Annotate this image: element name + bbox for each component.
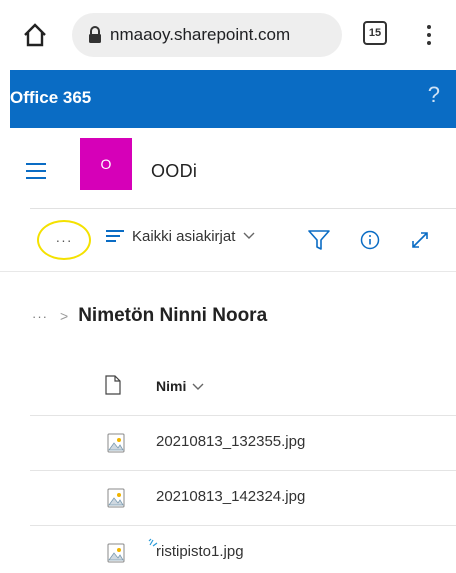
more-actions-button[interactable]: ··· (37, 220, 91, 260)
suite-title[interactable]: Office 365 (10, 88, 91, 108)
home-icon[interactable] (20, 20, 50, 50)
hamburger-menu-icon[interactable] (26, 163, 46, 179)
name-column-header[interactable]: Nimi (156, 378, 204, 394)
browser-menu-icon[interactable] (419, 20, 439, 50)
list-item[interactable]: 20210813_142324.jpg (30, 470, 456, 525)
expand-icon[interactable] (408, 228, 432, 252)
chevron-down-icon (192, 378, 204, 394)
suite-bar: Office 365 ? (10, 70, 456, 128)
address-bar[interactable]: nmaaoy.sharepoint.com (72, 13, 342, 57)
file-name[interactable]: 20210813_132355.jpg (156, 433, 305, 450)
tab-switcher-button[interactable]: 15 (363, 21, 387, 45)
breadcrumb: ··· > Nimetön Ninni Noora (32, 305, 267, 327)
browser-toolbar: nmaaoy.sharepoint.com 15 (0, 0, 456, 70)
divider (0, 271, 456, 272)
command-bar: ··· Kaikki asiakirjat (0, 209, 456, 271)
help-icon[interactable]: ? (428, 82, 440, 108)
page: nmaaoy.sharepoint.com 15 Office 365 ? O … (0, 0, 456, 573)
list-header: Nimi (0, 365, 456, 415)
view-list-icon (106, 230, 124, 242)
image-file-icon (107, 543, 125, 568)
lock-icon (88, 26, 102, 44)
info-icon[interactable] (358, 228, 382, 252)
list-item[interactable]: ristipisto1.jpg (30, 525, 456, 573)
name-column-label: Nimi (156, 378, 187, 394)
view-selector[interactable]: Kaikki asiakirjat (106, 227, 255, 245)
list-item[interactable]: 20210813_132355.jpg (30, 415, 456, 470)
file-name[interactable]: 20210813_142324.jpg (156, 488, 305, 505)
image-file-icon (107, 433, 125, 458)
view-label: Kaikki asiakirjat (132, 227, 236, 245)
site-name[interactable]: OODi (151, 161, 197, 182)
filter-icon[interactable] (307, 228, 331, 252)
breadcrumb-separator: > (60, 308, 69, 324)
file-type-icon[interactable] (105, 375, 121, 400)
image-file-icon (107, 488, 125, 513)
file-name[interactable]: ristipisto1.jpg (156, 543, 244, 560)
chevron-down-icon (243, 227, 255, 245)
url-text: nmaaoy.sharepoint.com (110, 25, 291, 44)
breadcrumb-current: Nimetön Ninni Noora (78, 305, 268, 326)
site-logo[interactable]: O (80, 138, 132, 190)
site-header: O OODi (0, 128, 456, 208)
breadcrumb-more[interactable]: ··· (32, 309, 48, 324)
